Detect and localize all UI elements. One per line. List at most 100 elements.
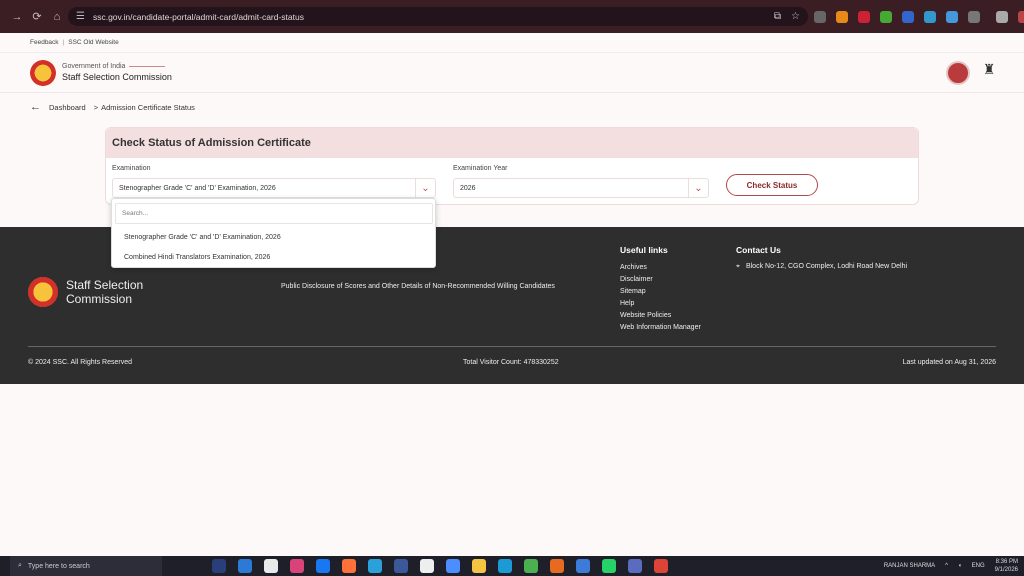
bookmark-star-icon[interactable]: ☆ <box>791 11 800 22</box>
facebook-icon[interactable] <box>316 559 330 573</box>
footer-link-disclaimer[interactable]: Disclaimer <box>620 276 653 283</box>
download-icon[interactable] <box>996 11 1008 23</box>
telegram-icon[interactable] <box>368 559 382 573</box>
user-name: RANJAN SHARMA <box>883 563 936 569</box>
address-text: Block No-12, CGO Complex, Lodhi Road New… <box>745 263 908 270</box>
utility-bar: Feedback | SSC Old Website <box>0 33 1024 53</box>
chevron-down-icon[interactable]: ⌄ <box>415 179 435 197</box>
status-form-card: Check Status of Admission Certificate Ex… <box>105 127 919 205</box>
examination-label: Examination <box>112 165 151 172</box>
profile-icon[interactable] <box>1018 11 1024 23</box>
examination-select[interactable]: Stenographer Grade 'C' and 'D' Examinati… <box>112 178 436 198</box>
footer-org-line2: Commission <box>66 292 133 306</box>
instagram-icon[interactable] <box>290 559 304 573</box>
breadcrumb: ← Dashboard > Admission Certificate Stat… <box>30 101 195 113</box>
user-avatar[interactable] <box>946 61 970 85</box>
app-icon[interactable] <box>238 559 252 573</box>
breadcrumb-current: Admission Certificate Status <box>101 102 195 112</box>
public-disclosure-link[interactable]: Public Disclosure of Scores and Other De… <box>281 283 555 290</box>
clock[interactable]: 8:36 PM 9/1/2026 <box>995 558 1018 574</box>
dropdown-option[interactable]: Combined Hindi Translators Examination, … <box>124 254 270 261</box>
whatsapp-icon[interactable] <box>602 559 616 573</box>
app-icon[interactable] <box>394 559 408 573</box>
contact-address: ⌖ Block No-12, CGO Complex, Lodhi Road N… <box>736 263 907 271</box>
form-title: Check Status of Admission Certificate <box>106 128 918 158</box>
feedback-link[interactable]: Feedback <box>30 39 59 46</box>
windows-taskbar: ⌕ Type here to search RANJAN SHARMA ^ ◖ … <box>0 556 1024 576</box>
site-header: Government of India Staff Selection Comm… <box>0 53 1024 93</box>
extension-icon[interactable] <box>902 11 914 23</box>
contact-title: Contact Us <box>736 245 781 255</box>
extension-icon[interactable] <box>858 11 870 23</box>
amazon-extension-icon[interactable] <box>836 11 848 23</box>
location-pin-icon: ⌖ <box>736 263 740 270</box>
old-website-link[interactable]: SSC Old Website <box>68 39 118 46</box>
file-explorer-icon[interactable] <box>472 559 486 573</box>
url-text: ssc.gov.in/candidate-portal/admit-card/a… <box>92 11 304 22</box>
time: 8:36 PM <box>995 559 1018 565</box>
taskbar-search-placeholder: Type here to search <box>27 562 90 570</box>
reload-icon[interactable]: ⟳ <box>28 8 46 26</box>
exam-year-label: Examination Year <box>453 165 508 172</box>
exam-year-selected-value: 2026 <box>460 184 476 192</box>
search-icon: ⌕ <box>18 562 22 569</box>
taskbar-search[interactable]: ⌕ Type here to search <box>10 556 162 576</box>
extensions-bar <box>814 9 1024 25</box>
forward-icon[interactable]: → <box>8 8 26 26</box>
gov-label: Government of India <box>62 63 126 70</box>
breadcrumb-separator: > <box>93 102 99 112</box>
date: 9/1/2026 <box>994 567 1018 573</box>
footer-divider <box>28 346 996 347</box>
ssc-logo[interactable] <box>30 59 56 86</box>
translate-icon[interactable]: ⧉ <box>774 11 781 22</box>
site-info-icon[interactable]: ☰ <box>76 11 85 22</box>
home-icon[interactable]: ⌂ <box>48 8 66 26</box>
footer-link-help[interactable]: Help <box>620 300 634 307</box>
dropdown-option[interactable]: Stenographer Grade 'C' and 'D' Examinati… <box>124 234 281 241</box>
breadcrumb-dashboard[interactable]: Dashboard <box>49 103 86 112</box>
taskbar-apps <box>212 559 668 573</box>
app-icon[interactable] <box>212 559 226 573</box>
capcut-icon[interactable] <box>420 559 434 573</box>
chrome-icon[interactable] <box>654 559 668 573</box>
firefox-icon[interactable] <box>342 559 356 573</box>
chevron-down-icon[interactable]: ⌄ <box>688 179 708 197</box>
extension-icon[interactable] <box>946 11 958 23</box>
app-icon[interactable] <box>446 559 460 573</box>
copyright-text: © 2024 SSC. All Rights Reserved <box>28 359 132 366</box>
back-arrow-icon[interactable]: ← <box>30 101 41 113</box>
divider <box>129 65 166 67</box>
chrome-icon[interactable] <box>524 559 538 573</box>
app-icon[interactable] <box>576 559 590 573</box>
app-icon[interactable] <box>550 559 564 573</box>
check-status-button[interactable]: Check Status <box>726 174 818 196</box>
extension-icon[interactable] <box>880 11 892 23</box>
divider: | <box>62 39 65 46</box>
dropdown-search-input[interactable]: Search... <box>115 203 433 224</box>
edge-icon[interactable] <box>498 559 512 573</box>
visitor-count: Total Visitor Count: 478330252 <box>463 359 559 366</box>
org-name: Staff Selection Commission <box>62 72 172 82</box>
exam-year-select[interactable]: 2026 ⌄ <box>453 178 709 198</box>
footer-link-web-info-manager[interactable]: Web Information Manager <box>620 324 701 331</box>
footer-link-archives[interactable]: Archives <box>620 264 647 271</box>
chevron-up-icon[interactable]: ^ <box>945 563 948 569</box>
national-emblem-icon: ♜ <box>982 61 996 77</box>
footer-org-line1: Staff Selection <box>66 278 144 292</box>
header-titles: Government of India Staff Selection Comm… <box>62 63 172 82</box>
app-icon[interactable] <box>264 559 278 573</box>
app-icon[interactable] <box>628 559 642 573</box>
address-bar[interactable]: ☰ ssc.gov.in/candidate-portal/admit-card… <box>68 7 808 26</box>
footer-link-sitemap[interactable]: Sitemap <box>620 288 646 295</box>
extension-icon[interactable] <box>924 11 936 23</box>
useful-links-title: Useful links <box>620 245 668 255</box>
volume-icon[interactable]: ◖ <box>958 563 962 569</box>
lang-indicator[interactable]: ENG <box>972 563 985 569</box>
puzzle-icon[interactable] <box>968 11 980 23</box>
extension-icon[interactable] <box>814 11 826 23</box>
ssc-logo <box>28 277 58 307</box>
examination-selected-value: Stenographer Grade 'C' and 'D' Examinati… <box>119 184 276 192</box>
footer-link-website-policies[interactable]: Website Policies <box>620 312 671 319</box>
system-tray: RANJAN SHARMA ^ ◖ ENG 8:36 PM 9/1/2026 <box>884 556 1018 576</box>
examination-dropdown: Search... Stenographer Grade 'C' and 'D'… <box>111 198 436 268</box>
